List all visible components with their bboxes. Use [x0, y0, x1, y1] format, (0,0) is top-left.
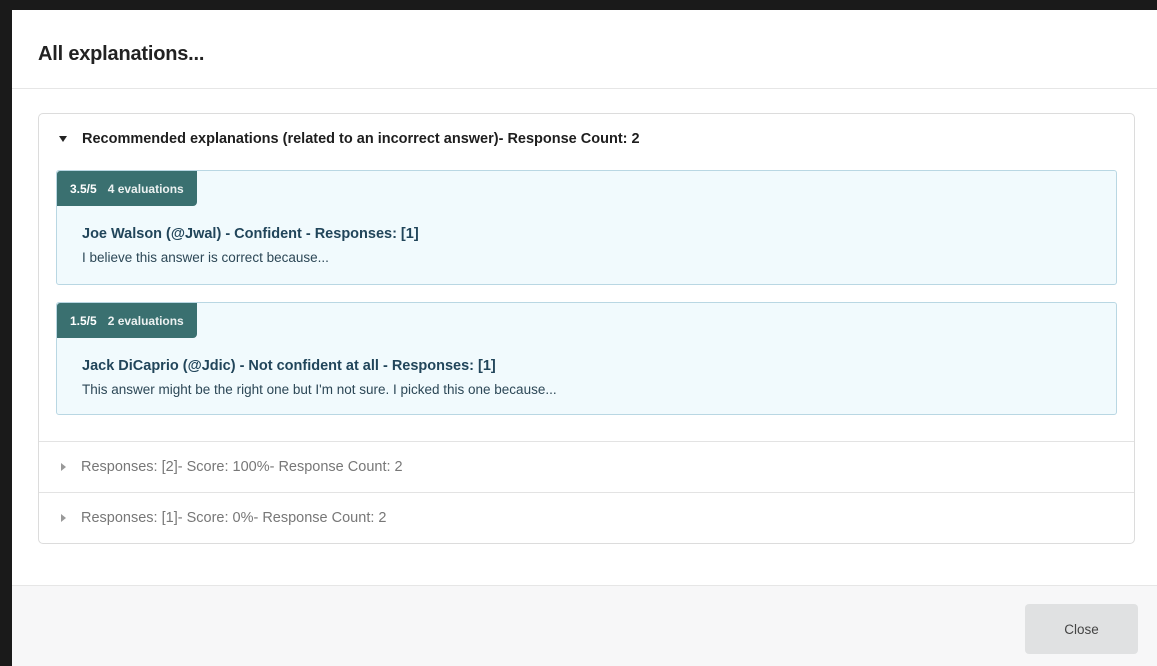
accordion-section-recommended: Recommended explanations (related to an … — [39, 114, 1134, 441]
caret-down-icon — [59, 136, 67, 142]
caret-right-icon — [61, 514, 66, 522]
evaluation-count: 2 evaluations — [107, 313, 184, 328]
score-value: 1.5/5 — [70, 313, 97, 328]
modal-body: Recommended explanations (related to an … — [12, 89, 1157, 585]
accordion-title-recommended[interactable]: Recommended explanations (related to an … — [39, 114, 1134, 164]
accordion-label: Recommended explanations (related to an … — [82, 131, 640, 147]
explanation-card: 3.5/5 4 evaluations Joe Walson (@Jwal) -… — [56, 170, 1117, 285]
accordion-title-responses-1[interactable]: Responses: [1]- Score: 0%- Response Coun… — [39, 493, 1134, 543]
explanation-text: I believe this answer is correct because… — [82, 250, 329, 265]
accordion-content-recommended: 3.5/5 4 evaluations Joe Walson (@Jwal) -… — [39, 164, 1134, 441]
score-badge: 1.5/5 2 evaluations — [57, 303, 197, 338]
explanation-text: This answer might be the right one but I… — [82, 382, 557, 397]
accordion-label: Responses: [2]- Score: 100%- Response Co… — [81, 459, 403, 475]
explanation-card: 1.5/5 2 evaluations Jack DiCaprio (@Jdic… — [56, 302, 1117, 415]
evaluation-count: 4 evaluations — [107, 181, 184, 196]
explanations-accordion: Recommended explanations (related to an … — [38, 113, 1135, 544]
accordion-title-responses-2[interactable]: Responses: [2]- Score: 100%- Response Co… — [39, 442, 1134, 492]
accordion-section-responses-2: Responses: [2]- Score: 100%- Response Co… — [39, 441, 1134, 492]
accordion-label: Responses: [1]- Score: 0%- Response Coun… — [81, 510, 387, 526]
explanation-author: Joe Walson (@Jwal) - Confident - Respons… — [82, 226, 419, 242]
explanations-modal: All explanations... Recommended explanat… — [12, 10, 1157, 666]
score-value: 3.5/5 — [70, 181, 97, 196]
accordion-section-responses-1: Responses: [1]- Score: 0%- Response Coun… — [39, 492, 1134, 543]
close-button[interactable]: Close — [1025, 604, 1138, 654]
score-badge: 3.5/5 4 evaluations — [57, 171, 197, 206]
modal-footer: Close — [12, 585, 1157, 666]
modal-title: All explanations... — [38, 43, 205, 65]
explanation-author: Jack DiCaprio (@Jdic) - Not confident at… — [82, 358, 496, 374]
caret-right-icon — [61, 463, 66, 471]
modal-header: All explanations... — [12, 10, 1157, 89]
